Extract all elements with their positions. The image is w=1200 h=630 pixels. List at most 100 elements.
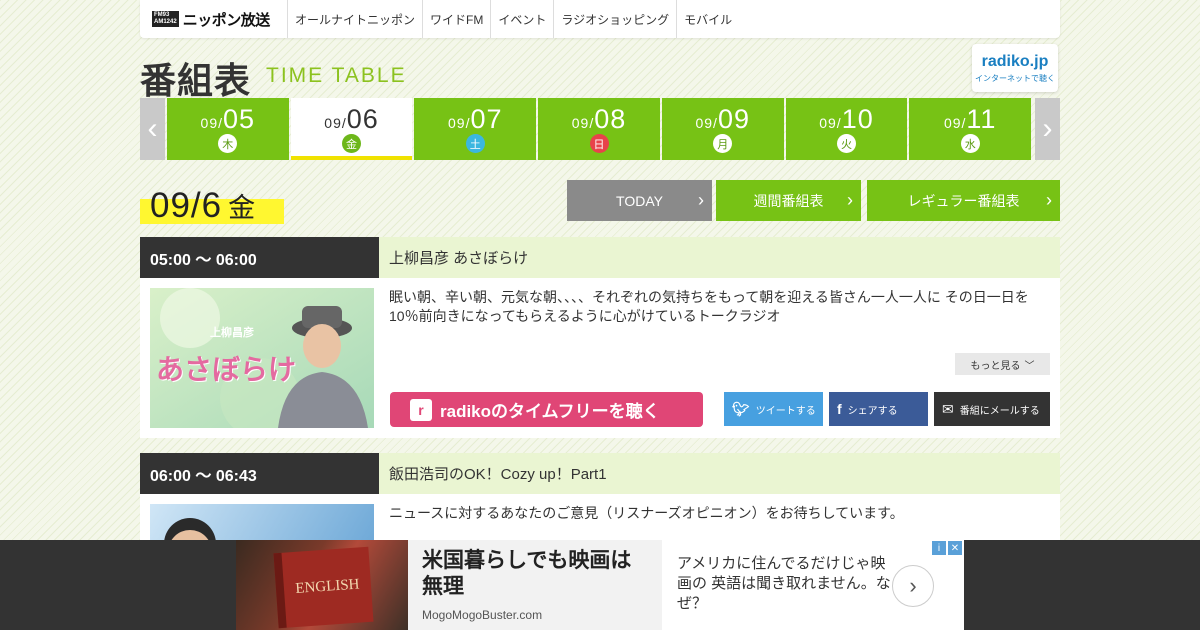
date-day: 10	[841, 104, 874, 134]
date-weekday: 金	[342, 134, 362, 153]
current-weekday: 金	[228, 193, 257, 223]
date-tab[interactable]: 09/07 土	[414, 98, 537, 160]
radiko-timefree-button[interactable]: r radikoのタイムフリーを聴く	[390, 392, 703, 427]
chevron-right-icon: ›	[847, 190, 853, 210]
today-label: TODAY	[616, 192, 663, 209]
page-title: 番組表	[140, 61, 252, 102]
date-heading: 09/6 金 TODAY › 週間番組表 › レギュラー番組表 ›	[140, 180, 1060, 226]
more-button[interactable]: もっと見る ﹀	[955, 353, 1050, 375]
more-label: もっと見る	[970, 360, 1021, 372]
ad-headline: 米国暮らしでも映画は無理	[422, 549, 632, 598]
program-title[interactable]: 飯田浩司のOK！Cozy up！Part1	[379, 453, 1060, 494]
date-weekday: 日	[589, 134, 609, 153]
prev-week-arrow-icon[interactable]: ‹	[140, 98, 165, 160]
program-image[interactable]: 上柳昌彦 あさぼらけ	[150, 288, 374, 428]
program-image-title: あさぼらけ	[156, 354, 297, 385]
chevron-right-icon: ›	[909, 573, 917, 598]
current-date: 09/6 金	[150, 186, 256, 226]
current-date-value: 09/6	[150, 186, 223, 225]
tweet-label: ツイートする	[755, 405, 816, 417]
twitter-icon: 🐦︎	[732, 400, 750, 417]
ad-headline-area: 米国暮らしでも映画は無理 MogoMogoBuster.com	[408, 540, 662, 630]
program-description: 眠い朝、辛い朝、元気な朝、、、、それぞれの気持ちをもって朝を迎える皆さん一人一人…	[389, 289, 1029, 324]
logo-text: ニッポン放送	[182, 11, 271, 29]
date-tab[interactable]: 09/11 水	[909, 98, 1032, 160]
mail-icon: ✉	[942, 400, 954, 417]
date-day: 08	[594, 104, 627, 134]
ad-source: MogoMogoBuster.com	[422, 608, 543, 622]
facebook-icon: f	[837, 401, 842, 417]
nav-allnight[interactable]: オールナイトニッポン	[288, 0, 424, 38]
ad-bar: ENGLISH 米国暮らしでも映画は無理 MogoMogoBuster.com …	[0, 540, 1200, 630]
nav-event[interactable]: イベント	[491, 0, 555, 38]
program-title[interactable]: 上柳昌彦 あさぼらけ	[379, 237, 1060, 278]
date-weekday: 木	[218, 134, 238, 153]
date-prefix: 09/	[200, 115, 224, 131]
radiko-sub: インターネットで聴く	[975, 73, 1055, 83]
date-prefix: 09/	[943, 115, 967, 131]
program-header: 05:00 ～ 06:00 上柳昌彦 あさぼらけ	[140, 237, 1060, 278]
regular-label: レギュラー番組表	[907, 192, 1020, 209]
next-week-arrow-icon[interactable]: ›	[1035, 98, 1061, 160]
date-tab[interactable]: 09/05 木	[166, 98, 289, 160]
weekly-schedule-button[interactable]: 週間番組表 ›	[716, 180, 861, 221]
date-day: 06	[346, 104, 379, 134]
date-weekday: 火	[836, 134, 856, 153]
program-description: ニュースに対するあなたのご意見（リスナーズオピニオン）をお待ちしています。	[389, 505, 904, 521]
ad-body: アメリカに住んでるだけじゃ映画の 英語は聞き取れません。なぜ？	[677, 555, 891, 612]
logo-badge-top: FM93	[154, 12, 170, 18]
page-title-en: TIME TABLE	[266, 64, 407, 87]
date-prefix: 09/	[695, 115, 718, 131]
ad-close-icon[interactable]: ✕	[948, 541, 962, 555]
date-day: 05	[223, 104, 256, 134]
date-prefix: 09/	[448, 115, 471, 131]
date-prefix: 09/	[819, 115, 842, 131]
ad-book: ENGLISH	[273, 546, 374, 629]
facebook-share-button[interactable]: f シェアする	[829, 392, 928, 426]
top-nav: FM93 AM1242 ニッポン放送 オールナイトニッポン ワイドFM イベント…	[140, 0, 1060, 38]
chevron-right-icon: ›	[1046, 190, 1052, 210]
radiko-badge[interactable]: radiko.jp インターネットで聴く	[972, 44, 1058, 92]
weekly-label: 週間番組表	[753, 192, 824, 209]
chevron-right-icon: ›	[698, 190, 704, 210]
nav-mobile[interactable]: モバイル	[677, 0, 739, 38]
program-image-label: 上柳昌彦	[210, 327, 254, 339]
date-prefix: 09/	[324, 115, 347, 131]
date-day: 11	[966, 104, 997, 134]
title-row: 番組表 TIME TABLE radiko.jp インターネットで聴く	[140, 44, 1060, 102]
site-logo[interactable]: FM93 AM1242 ニッポン放送	[140, 0, 288, 38]
mail-button[interactable]: ✉ 番組にメールする	[934, 392, 1050, 426]
ad-info-icon[interactable]: i	[932, 541, 946, 555]
date-tab[interactable]: 09/09 月	[661, 98, 784, 160]
date-weekday: 水	[960, 134, 980, 153]
nav-widefm[interactable]: ワイドFM	[423, 0, 492, 38]
ad-image: ENGLISH	[236, 540, 408, 630]
nav-shopping[interactable]: ラジオショッピング	[554, 0, 678, 38]
program-time: 05:00 ～ 06:00	[140, 237, 379, 278]
date-tabs: ‹ 09/05 木 09/06 金 09/07 土 09/08 日 09/09 …	[140, 98, 1061, 160]
date-prefix: 09/	[571, 115, 595, 131]
advertisement[interactable]: ENGLISH 米国暮らしでも映画は無理 MogoMogoBuster.com …	[236, 540, 964, 630]
tweet-button[interactable]: 🐦︎ ツイートする	[724, 392, 823, 426]
program-block: 06:00 ～ 06:43 飯田浩司のOK！Cozy up！Part1 ニュース…	[140, 453, 1060, 564]
program-body: 上柳昌彦 あさぼらけ 眠い朝、辛い朝、元気な朝、、、、それぞれの気持ちをもって朝…	[140, 278, 1060, 438]
date-tab[interactable]: 09/08 日	[538, 98, 660, 160]
date-day: 07	[470, 104, 503, 134]
program-block: 05:00 ～ 06:00 上柳昌彦 あさぼらけ 上柳昌彦 あさぼらけ 眠い朝、…	[140, 237, 1060, 438]
program-header: 06:00 ～ 06:43 飯田浩司のOK！Cozy up！Part1	[140, 453, 1060, 494]
share-label: シェアする	[847, 405, 898, 417]
today-button[interactable]: TODAY ›	[567, 180, 712, 221]
date-weekday: 月	[713, 134, 733, 153]
chevron-down-icon: ﹀	[1024, 360, 1035, 372]
logo-badge-bottom: AM1242	[154, 19, 177, 25]
date-tab-active[interactable]: 09/06 金	[290, 98, 413, 160]
radiko-icon: r	[410, 398, 432, 421]
date-day: 09	[717, 104, 750, 134]
date-tab[interactable]: 09/10 火	[785, 98, 908, 160]
ad-go-button[interactable]: ›	[892, 565, 934, 607]
radiko-timefree-label: radikoのタイムフリーを聴く	[440, 402, 660, 421]
mail-label: 番組にメールする	[959, 405, 1040, 417]
regular-schedule-button[interactable]: レギュラー番組表 ›	[867, 180, 1060, 221]
program-time: 06:00 ～ 06:43	[140, 453, 379, 494]
logo-badge: FM93 AM1242	[152, 11, 179, 27]
